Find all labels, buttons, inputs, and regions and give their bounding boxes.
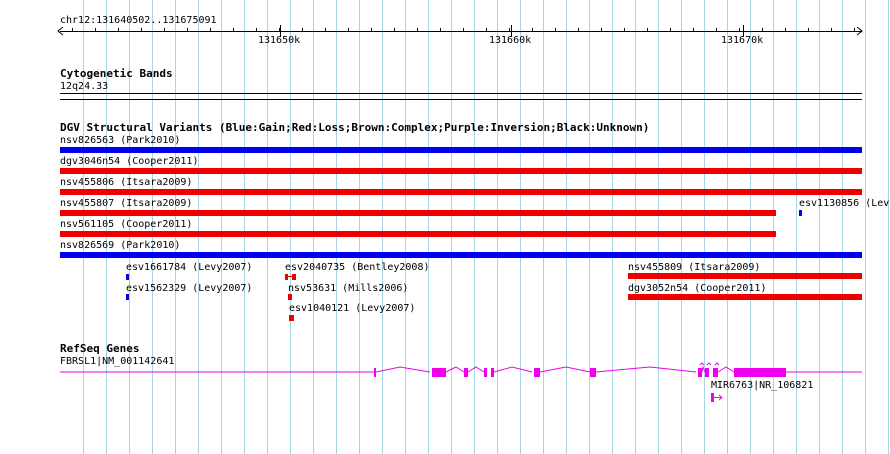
variant-feature-gain[interactable] <box>126 294 129 300</box>
variant-feature-gain[interactable] <box>60 147 862 153</box>
variant-label[interactable]: nsv455809 (Itsara2009) <box>628 262 760 273</box>
minor-tick <box>647 28 648 32</box>
variant-feature-loss[interactable] <box>288 294 292 300</box>
minor-tick <box>233 28 234 32</box>
minor-tick <box>187 28 188 32</box>
minor-tick <box>394 28 395 32</box>
variant-feature-loss[interactable] <box>628 273 862 279</box>
variant-feature-loss[interactable] <box>628 294 862 300</box>
minor-tick <box>670 28 671 32</box>
band-outline-bottom <box>60 99 862 100</box>
tick-label: 131670k <box>721 35 764 46</box>
minor-tick <box>95 28 96 32</box>
variant-feature-loss[interactable] <box>60 231 776 237</box>
variant-label[interactable]: nsv455806 (Itsara2009) <box>60 177 192 188</box>
tick-label: 131650k <box>258 35 301 46</box>
minor-tick <box>348 28 349 32</box>
minor-tick <box>72 28 73 32</box>
variant-label[interactable]: nsv455807 (Itsara2009) <box>60 198 192 209</box>
variant-label[interactable]: dgv3046n54 (Cooper2011) <box>60 156 198 167</box>
minor-tick <box>693 28 694 32</box>
genome-browser-view: chr12:131640502..131675091 131650k 13166… <box>0 0 890 454</box>
variant-feature-loss[interactable] <box>60 168 862 174</box>
band-label[interactable]: 12q24.33 <box>60 81 108 92</box>
variant-feature-gain[interactable] <box>60 252 862 258</box>
region-label: chr12:131640502..131675091 <box>60 15 217 26</box>
minor-tick <box>463 28 464 32</box>
minor-tick <box>256 28 257 32</box>
minor-tick <box>371 28 372 32</box>
minor-tick <box>532 28 533 32</box>
variant-feature-loss[interactable] <box>292 274 296 280</box>
variant-label[interactable]: nsv826563 (Park2010) <box>60 135 180 146</box>
minor-tick <box>578 28 579 32</box>
variant-feature-loss[interactable] <box>60 210 776 216</box>
variant-feature-gain[interactable] <box>799 210 802 216</box>
minor-tick <box>509 28 510 32</box>
track-title: RefSeq Genes <box>60 342 140 355</box>
minor-tick <box>762 28 763 32</box>
variant-feature-loss[interactable] <box>289 315 294 321</box>
track-title: Cytogenetic Bands <box>60 67 173 80</box>
minor-tick <box>164 28 165 32</box>
minor-tick <box>808 28 809 32</box>
minor-tick <box>785 28 786 32</box>
minor-tick <box>210 28 211 32</box>
variant-label[interactable]: esv1661784 (Levy2007) <box>126 262 252 273</box>
variant-feature-gain[interactable] <box>126 274 129 280</box>
minor-tick <box>854 28 855 32</box>
gene-label[interactable]: MIR6763|NR_106821 <box>711 380 813 391</box>
variant-label[interactable]: esv1562329 (Levy2007) <box>126 283 252 294</box>
minor-tick <box>624 28 625 32</box>
scroll-left-arrow-icon[interactable] <box>57 27 65 36</box>
scroll-right-arrow-icon[interactable] <box>856 27 864 36</box>
minor-tick <box>601 28 602 32</box>
variant-label[interactable]: nsv53631 (Mills2006) <box>288 283 408 294</box>
variant-label[interactable]: esv1040121 (Levy2007) <box>289 303 415 314</box>
minor-tick <box>831 28 832 32</box>
track-title: DGV Structural Variants (Blue:Gain;Red:L… <box>60 121 650 134</box>
band-outline-top <box>60 93 862 94</box>
minor-tick <box>118 28 119 32</box>
variant-feature-loss[interactable] <box>285 274 288 280</box>
variant-label[interactable]: esv2040735 (Bentley2008) <box>285 262 430 273</box>
minor-tick <box>739 28 740 32</box>
gene-model-mir6763[interactable] <box>708 392 724 404</box>
minor-tick <box>302 28 303 32</box>
minor-tick <box>440 28 441 32</box>
variant-feature-loss[interactable] <box>60 189 862 195</box>
minor-tick <box>486 28 487 32</box>
minor-tick <box>555 28 556 32</box>
minor-tick <box>716 28 717 32</box>
minor-tick <box>325 28 326 32</box>
minor-tick <box>141 28 142 32</box>
variant-label[interactable]: esv1130856 (Lev <box>799 198 889 209</box>
tick-label: 131660k <box>489 35 532 46</box>
ruler-line <box>60 31 862 32</box>
minor-tick <box>417 28 418 32</box>
variant-label[interactable]: nsv826569 (Park2010) <box>60 240 180 251</box>
variant-label[interactable]: nsv561105 (Cooper2011) <box>60 219 192 230</box>
variant-label[interactable]: dgv3052n54 (Cooper2011) <box>628 283 766 294</box>
